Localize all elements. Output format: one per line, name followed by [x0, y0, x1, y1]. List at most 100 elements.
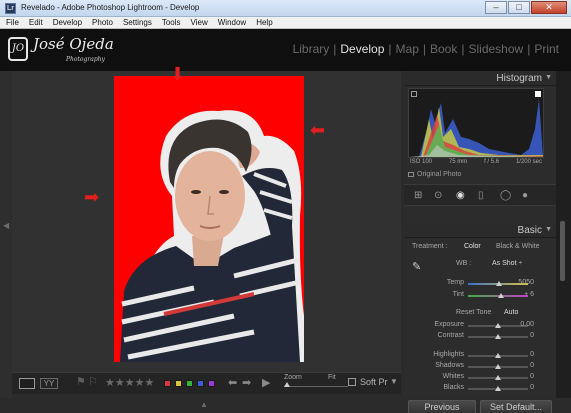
zoom-slider-knob[interactable]	[284, 382, 290, 387]
menu-edit[interactable]: Edit	[23, 17, 47, 28]
contrast-label: Contrast	[437, 332, 464, 339]
histogram-panel-header[interactable]: Histogram ▼	[404, 71, 556, 86]
contrast-value[interactable]: 0	[530, 332, 534, 339]
exposure-slider[interactable]	[468, 323, 528, 328]
adjustment-brush-icon[interactable]: ●	[522, 190, 528, 201]
menu-file[interactable]: File	[0, 17, 23, 28]
temp-value[interactable]: 5050	[518, 279, 534, 286]
histogram-graph[interactable]	[408, 88, 544, 158]
scrollbar-thumb[interactable]	[560, 221, 565, 281]
menu-settings[interactable]: Settings	[117, 17, 156, 28]
left-panel-collapsed[interactable]: ◀	[0, 71, 12, 398]
module-print[interactable]: Print	[530, 42, 563, 56]
previous-button[interactable]: Previous	[408, 400, 476, 413]
basic-panel-header[interactable]: Basic ▼	[404, 223, 556, 238]
collapse-triangle-icon[interactable]: ▼	[545, 74, 552, 81]
wb-eyedropper-icon[interactable]: ✎	[412, 260, 421, 273]
color-label-purple[interactable]	[208, 380, 215, 387]
exposure-slider-row: Exposure 0.00	[404, 321, 556, 331]
shadow-clipping-indicator[interactable]	[411, 91, 417, 97]
menu-window[interactable]: Window	[212, 17, 250, 28]
tint-value[interactable]: + 6	[524, 291, 534, 298]
whites-slider-knob[interactable]	[495, 375, 501, 380]
temp-slider-knob[interactable]	[496, 281, 502, 286]
soft-proof-checkbox[interactable]	[348, 378, 356, 386]
graduated-filter-icon[interactable]: ▯	[478, 190, 484, 201]
module-slideshow[interactable]: Slideshow	[464, 42, 527, 56]
blacks-slider[interactable]	[468, 386, 528, 391]
expand-left-panel-icon[interactable]: ◀	[3, 221, 9, 230]
highlights-value[interactable]: 0	[530, 351, 534, 358]
treatment-bw-option[interactable]: Black & White	[496, 243, 540, 250]
exposure-value[interactable]: 0.00	[520, 321, 534, 328]
toolbar-menu-chevron-down-icon[interactable]: ▼	[390, 377, 398, 386]
menu-photo[interactable]: Photo	[86, 17, 117, 28]
shadows-slider[interactable]	[468, 364, 528, 369]
annotation-arrow-left-icon: ⬅	[310, 120, 326, 140]
shadows-value[interactable]: 0	[530, 362, 534, 369]
play-slideshow-icon[interactable]: ▶	[262, 376, 270, 389]
shadows-label: Shadows	[435, 362, 464, 369]
module-map[interactable]: Map	[392, 42, 423, 56]
next-photo-icon[interactable]: ➡	[242, 376, 251, 389]
flag-icon[interactable]: ⚑	[76, 375, 86, 388]
aperture-value: f / 5.6	[484, 159, 500, 165]
collapse-triangle-icon[interactable]: ▼	[545, 226, 552, 233]
contrast-slider-row: Contrast 0	[404, 332, 556, 342]
minimize-button[interactable]: –	[485, 1, 507, 14]
iso-value: ISO 100	[410, 159, 433, 165]
exposure-slider-knob[interactable]	[495, 323, 501, 328]
shadows-slider-knob[interactable]	[495, 364, 501, 369]
highlights-slider-knob[interactable]	[495, 353, 501, 358]
develop-tool-strip: ⊞ ⊙ ◉ ▯ ◯ ●	[404, 184, 556, 206]
tint-slider[interactable]	[468, 293, 528, 298]
spot-removal-icon[interactable]: ⊙	[434, 190, 442, 201]
whites-value[interactable]: 0	[530, 373, 534, 380]
maximize-button[interactable]: □	[508, 1, 530, 14]
before-after-view-button[interactable]: YY	[40, 378, 58, 389]
set-default-button[interactable]: Set Default...	[480, 400, 552, 413]
original-photo-label: Original Photo	[417, 171, 462, 178]
menu-view[interactable]: View	[185, 17, 212, 28]
annotation-arrow-right-icon: ➡	[84, 187, 100, 207]
blacks-slider-knob[interactable]	[495, 386, 501, 391]
identity-subtitle: Photography	[66, 56, 105, 63]
contrast-slider[interactable]	[468, 334, 528, 339]
whites-slider[interactable]	[468, 375, 528, 380]
soft-proofing-label: Soft Pr	[360, 377, 388, 387]
right-panel-scrollbar[interactable]	[556, 71, 571, 398]
close-button[interactable]: ✕	[531, 1, 567, 14]
filmstrip-collapsed[interactable]: ▲	[0, 398, 404, 413]
module-library[interactable]: Library	[289, 42, 334, 56]
menu-help[interactable]: Help	[250, 17, 276, 28]
color-label-blue[interactable]	[197, 380, 204, 387]
color-label-red[interactable]	[164, 380, 171, 387]
expand-filmstrip-icon[interactable]: ▲	[200, 400, 208, 409]
photo-preview[interactable]	[114, 76, 304, 362]
whites-slider-row: Whites 0	[404, 373, 556, 383]
loupe-view-button[interactable]	[19, 378, 35, 389]
reject-flag-icon[interactable]: ⚐	[88, 375, 98, 388]
module-develop[interactable]: Develop	[336, 42, 388, 56]
menu-develop[interactable]: Develop	[47, 17, 86, 28]
wb-preset-select[interactable]: As Shot ÷	[492, 260, 522, 267]
auto-tone-button[interactable]: Auto	[504, 309, 518, 316]
zoom-slider[interactable]	[284, 382, 348, 387]
highlight-clipping-indicator[interactable]	[535, 91, 541, 97]
treatment-color-option[interactable]: Color	[464, 243, 481, 250]
color-label-green[interactable]	[186, 380, 193, 387]
reset-tone-label[interactable]: Reset Tone	[456, 309, 491, 316]
radial-filter-icon[interactable]: ◯	[500, 190, 511, 201]
previous-photo-icon[interactable]: ⬅	[228, 376, 237, 389]
module-book[interactable]: Book	[426, 42, 461, 56]
photo-canvas[interactable]: ⬇ ⬅ ➡	[12, 65, 401, 372]
color-label-yellow[interactable]	[175, 380, 182, 387]
contrast-slider-knob[interactable]	[495, 334, 501, 339]
crop-overlay-icon[interactable]: ⊞	[414, 190, 422, 201]
red-eye-correction-icon[interactable]: ◉	[456, 190, 465, 201]
tint-slider-knob[interactable]	[498, 293, 504, 298]
blacks-value[interactable]: 0	[530, 384, 534, 391]
highlights-slider[interactable]	[468, 353, 528, 358]
menu-tools[interactable]: Tools	[156, 17, 185, 28]
star-rating[interactable]: ★★★★★	[105, 376, 154, 389]
